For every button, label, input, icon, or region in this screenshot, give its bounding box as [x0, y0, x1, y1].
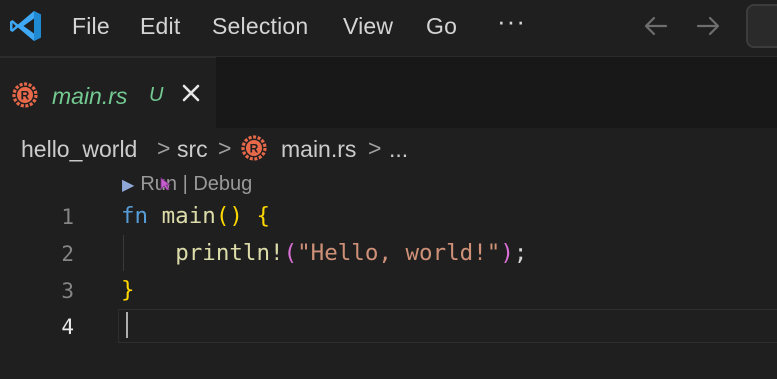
close-icon[interactable] [178, 80, 204, 106]
breadcrumb-symbols[interactable]: ... [389, 136, 408, 163]
svg-text:R: R [250, 142, 259, 156]
codelens: ▶ Run | Debug [122, 173, 252, 196]
code-token: () [215, 203, 243, 229]
breadcrumb-separator: > [157, 135, 171, 161]
tab-main-rs[interactable]: R main.rs U [0, 57, 216, 129]
code-line-1[interactable]: fn main() { [121, 203, 270, 229]
breadcrumb-file[interactable]: main.rs [281, 136, 356, 163]
code-line-2[interactable]: println!("Hello, world!"); [121, 240, 527, 266]
mouse-cursor-icon [160, 177, 172, 191]
line-number: 3 [61, 279, 74, 303]
more-menu-button[interactable]: ··· [497, 6, 526, 37]
code-token: fn [121, 203, 149, 229]
code-token: main [161, 203, 216, 229]
code-token: { [256, 203, 271, 229]
git-status-badge: U [149, 84, 164, 106]
title-bar: File Edit Selection View Go ··· [0, 0, 777, 56]
arrow-right-icon[interactable] [694, 12, 722, 40]
rust-file-icon: R [241, 135, 267, 161]
menu-go[interactable]: Go [426, 13, 457, 40]
tab-label: main.rs [52, 83, 128, 109]
codelens-separator: | [182, 173, 188, 195]
line-number: 2 [61, 242, 74, 266]
breadcrumb-separator: > [218, 135, 232, 161]
code-editor[interactable]: ▶ Run | Debug 1 2 3 4 fn main() { println… [0, 168, 777, 379]
command-center-search[interactable] [746, 4, 777, 48]
code-token: ( [283, 240, 298, 266]
code-token: println! [175, 240, 284, 266]
menu-file[interactable]: File [72, 13, 110, 40]
line-number: 4 [61, 315, 74, 339]
play-icon: ▶ [122, 177, 135, 194]
tab-bar: R main.rs U [0, 56, 777, 129]
current-line-highlight [118, 309, 777, 343]
codelens-debug[interactable]: Debug [193, 173, 252, 195]
svg-text:R: R [21, 89, 30, 103]
line-number: 1 [61, 205, 74, 229]
menu-view[interactable]: View [343, 13, 393, 40]
text-cursor [126, 312, 128, 338]
breadcrumb-project[interactable]: hello_world [21, 136, 137, 163]
code-token: "Hello, world!" [297, 240, 501, 266]
rust-file-icon: R [12, 82, 38, 108]
breadcrumb-folder[interactable]: src [177, 136, 208, 163]
code-token: } [121, 277, 135, 303]
menu-selection[interactable]: Selection [212, 13, 308, 40]
menu-edit[interactable]: Edit [140, 13, 180, 40]
breadcrumb-separator: > [368, 135, 382, 161]
arrow-left-icon[interactable] [642, 12, 670, 40]
code-line-3[interactable]: } [121, 277, 135, 303]
code-token: ) [500, 240, 514, 266]
code-token: ; [513, 240, 528, 266]
breadcrumb: hello_world > src > R main.rs > ... [0, 128, 777, 168]
